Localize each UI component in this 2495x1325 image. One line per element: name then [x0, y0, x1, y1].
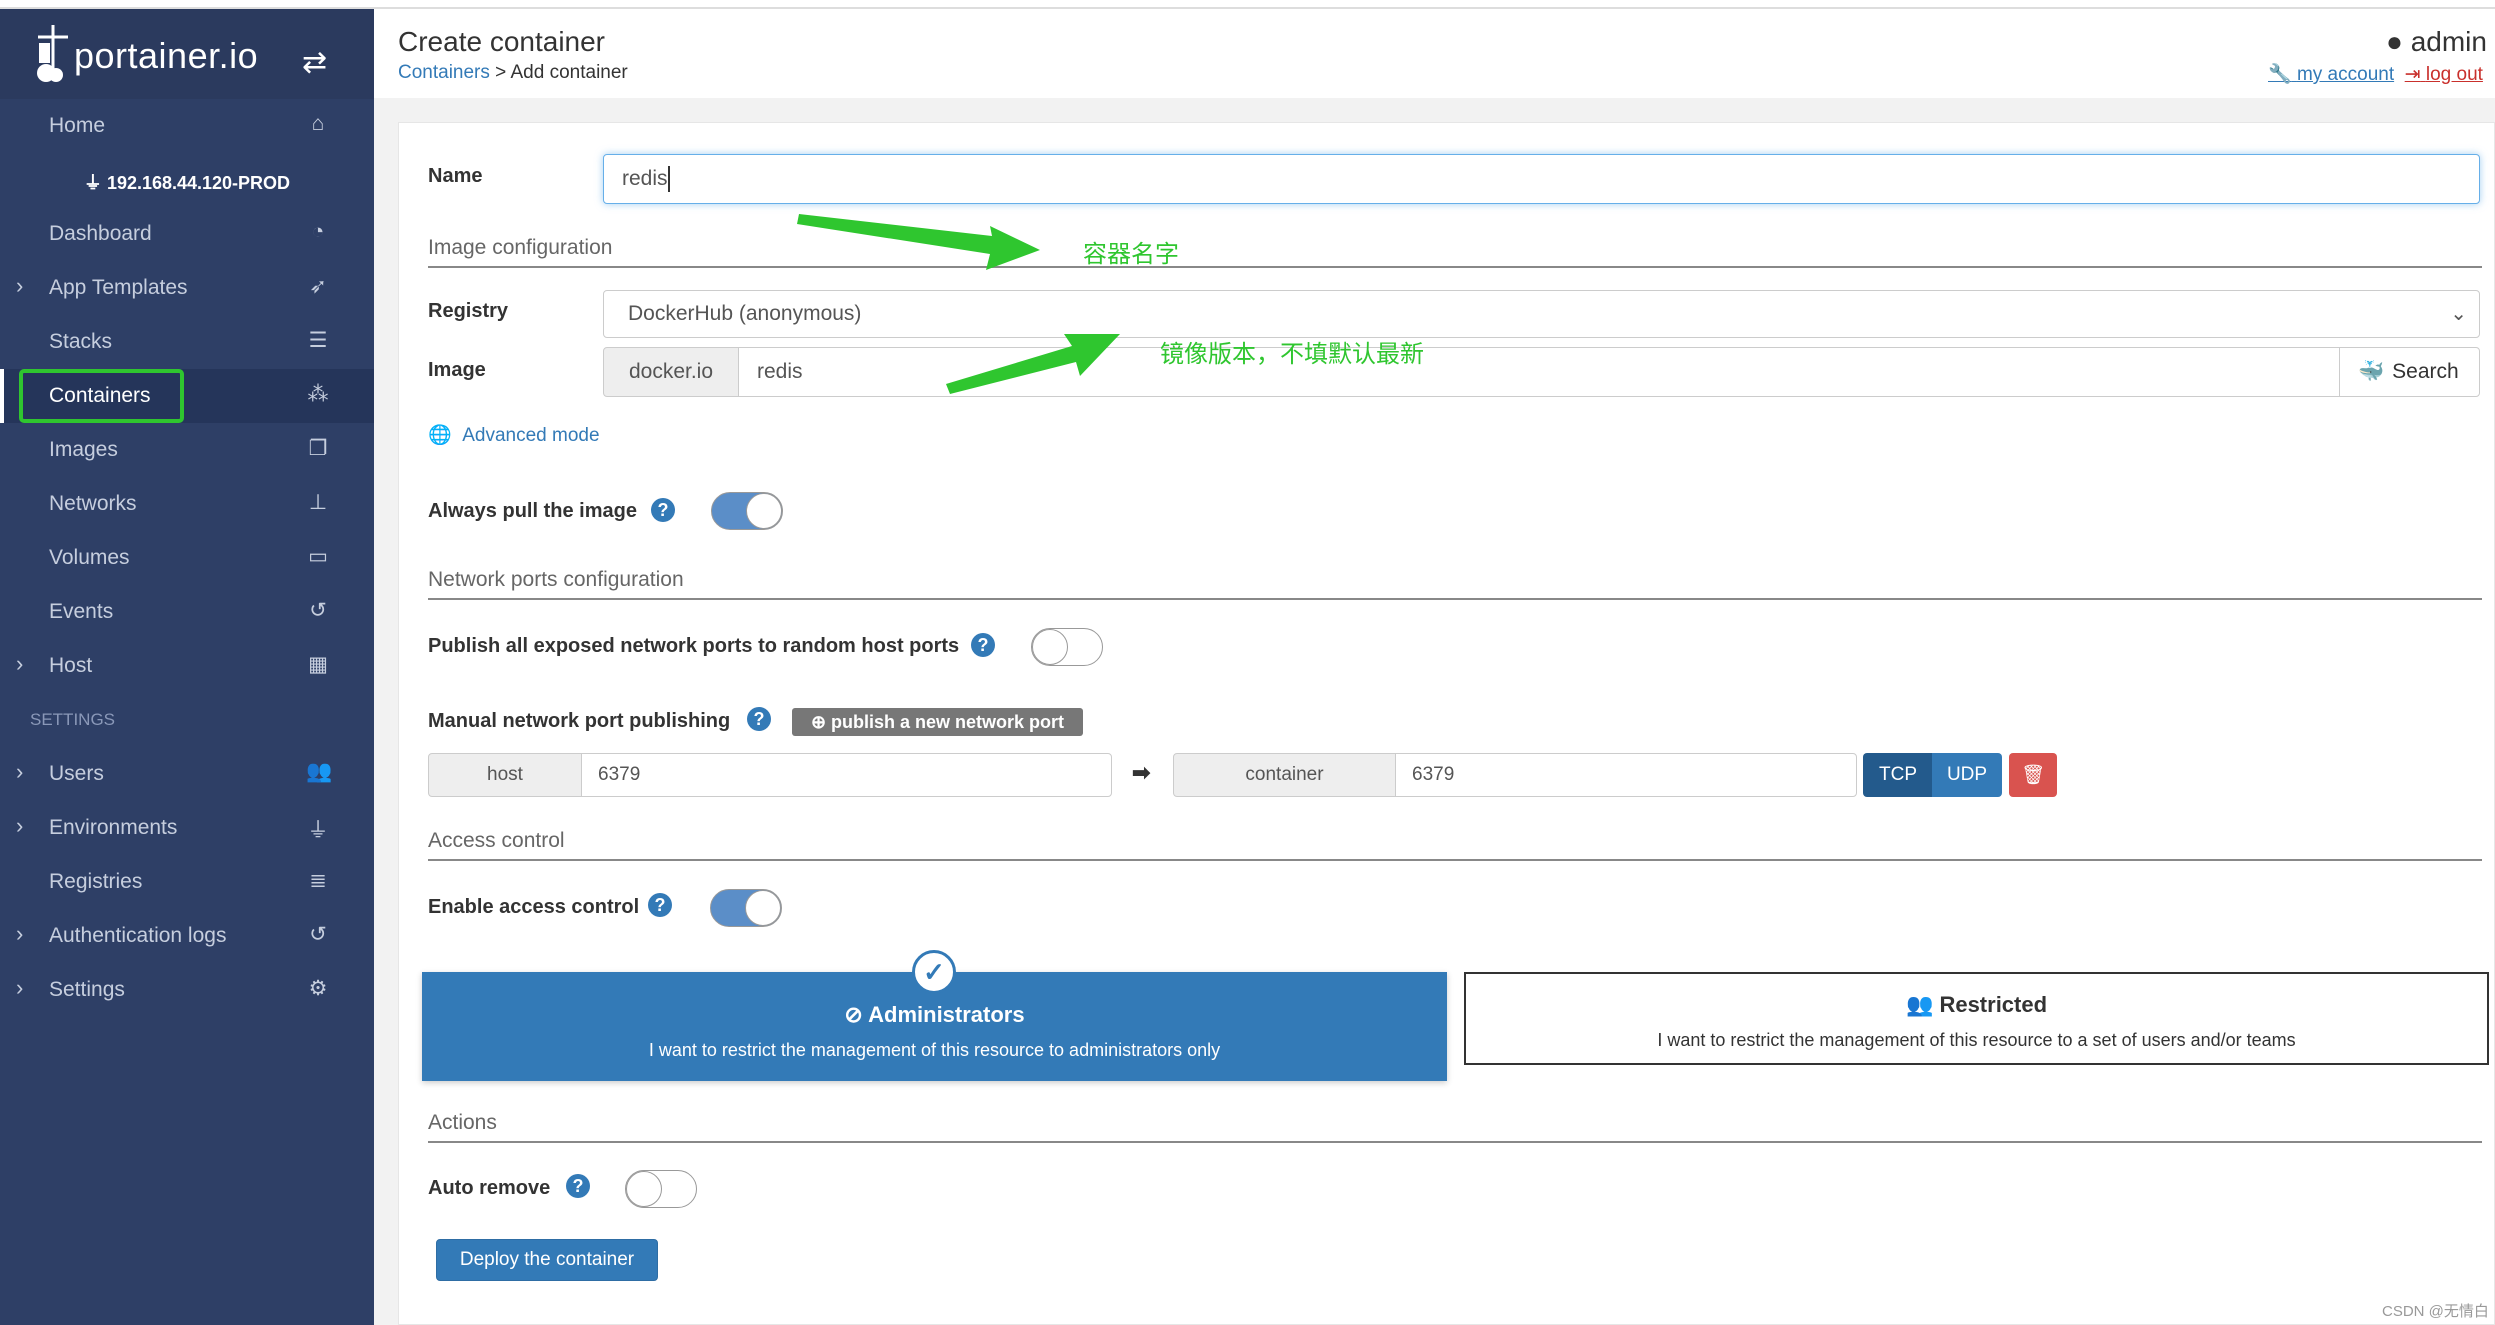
watermark: CSDN @无情白	[2382, 1303, 2489, 1320]
annotation-arrows	[797, 214, 1120, 394]
image-annotation: 镜像版本，不填默认最新	[1160, 341, 1424, 368]
name-annotation: 容器名字	[1083, 241, 1179, 268]
image-annotation-arrow	[946, 334, 1120, 394]
name-annotation-arrow	[797, 214, 1040, 270]
